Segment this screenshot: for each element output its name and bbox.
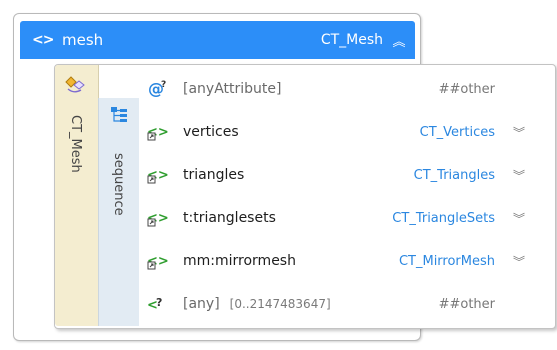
expand-icon[interactable]: ︾ [495, 124, 525, 141]
expand-icon[interactable]: ︾ [495, 253, 525, 270]
expand-icon[interactable]: ︾ [495, 167, 525, 184]
any-attribute-icon: @ ? [147, 79, 183, 99]
collapse-icon[interactable]: ︽ [383, 31, 415, 50]
attribute-name: [anyAttribute] [183, 81, 282, 97]
element-type-link[interactable]: CT_MirrorMesh [399, 254, 495, 269]
attribute-namespace: ##other [438, 81, 495, 97]
element-type-link[interactable]: CT_Mesh [321, 32, 383, 48]
element-ref-icon: <> [147, 122, 183, 142]
sequence-icon[interactable] [110, 106, 128, 128]
complex-type-side-panel: CT_Mesh [55, 65, 99, 326]
svg-text:?: ? [156, 296, 162, 309]
element-name: vertices [183, 124, 239, 140]
expand-icon[interactable]: ︾ [495, 210, 525, 227]
element-header[interactable]: <> mesh CT_Mesh ︽ [20, 21, 415, 59]
element-name: t:trianglesets [183, 210, 276, 226]
element-icon: <> [32, 32, 54, 48]
element-type-link[interactable]: CT_Vertices [420, 125, 495, 140]
element-row-triangles[interactable]: <> triangles CT_Triangles ︾ [147, 161, 525, 189]
element-type-link[interactable]: CT_TriangleSets [392, 211, 495, 226]
svg-text:?: ? [161, 80, 166, 90]
complex-type-name-label: CT_Mesh [68, 115, 83, 173]
element-row-trianglesets[interactable]: <> t:trianglesets CT_TriangleSets ︾ [147, 204, 525, 232]
element-row-vertices[interactable]: <> vertices CT_Vertices ︾ [147, 118, 525, 146]
element-type-link[interactable]: CT_Triangles [414, 168, 495, 183]
element-name: mm:mirrormesh [183, 253, 296, 269]
element-name: triangles [183, 167, 245, 183]
any-element-name: [any] [183, 296, 220, 312]
element-ref-icon: <> [147, 251, 183, 271]
occurrence-range: [0..2147483647] [229, 297, 331, 311]
compositor-label: sequence [111, 153, 126, 216]
complex-type-icon [64, 75, 86, 99]
attribute-row[interactable]: @ ? [anyAttribute] ##other [147, 75, 525, 103]
any-element-icon: < ? [147, 294, 183, 314]
element-name[interactable]: mesh [62, 31, 103, 49]
any-element-namespace: ##other [438, 296, 495, 312]
sequence-panel: sequence [98, 98, 139, 326]
element-ref-icon: <> [147, 165, 183, 185]
element-row-mirrormesh[interactable]: <> mm:mirrormesh CT_MirrorMesh ︾ [147, 247, 525, 275]
any-element-row[interactable]: < ? [any] [0..2147483647] ##other [147, 290, 525, 318]
element-ref-icon: <> [147, 208, 183, 228]
